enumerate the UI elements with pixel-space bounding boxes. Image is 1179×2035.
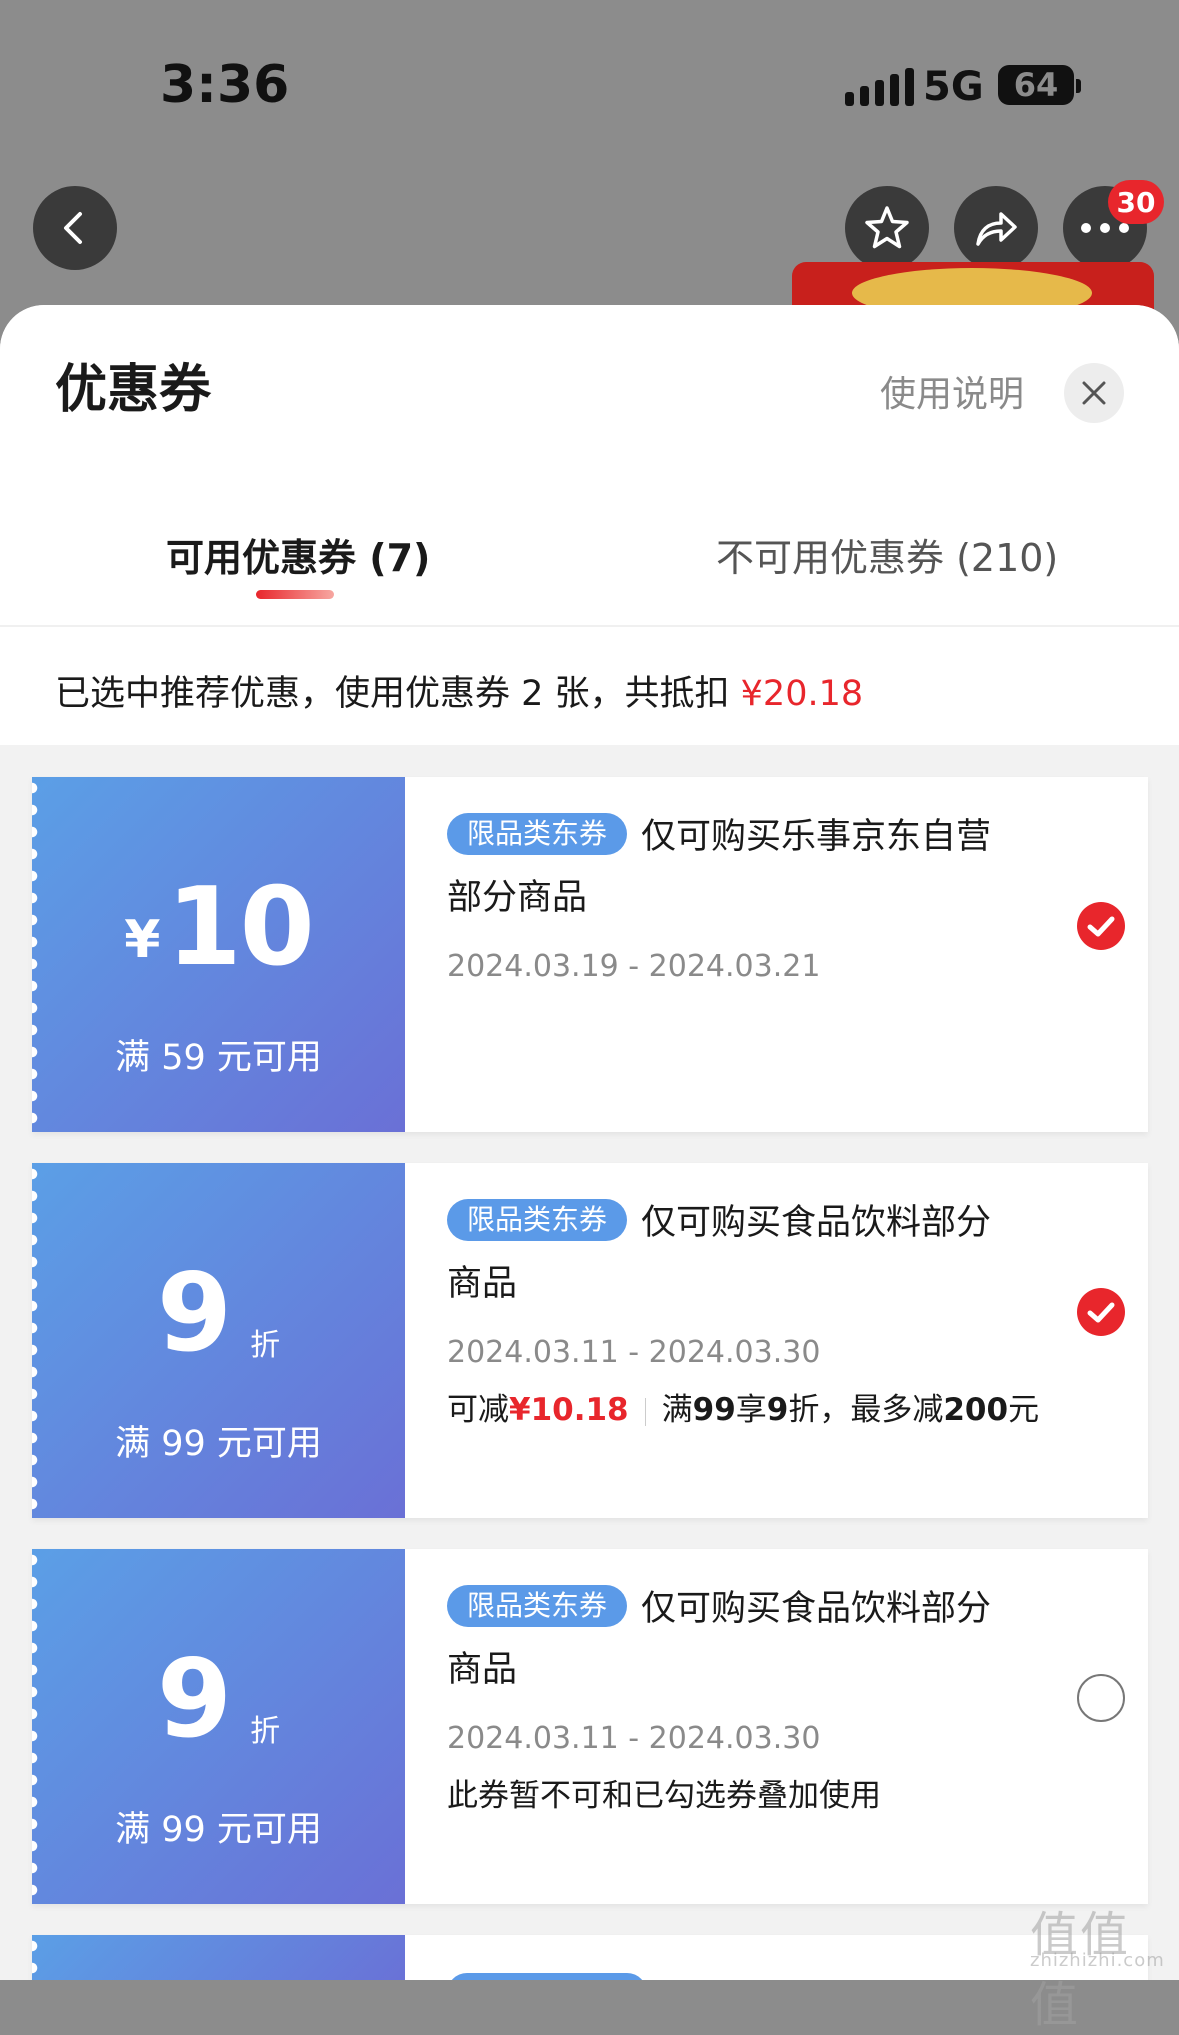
coupon-stub: 9 折 满 99 元可用 (32, 1549, 405, 1904)
coupon-checkbox-checked[interactable] (1077, 1288, 1125, 1336)
coupon-stub: ¥ 10 满 59 元可用 (32, 777, 405, 1132)
coupon-validity: 2024.03.11 - 2024.03.30 (447, 1721, 821, 1756)
coupon-card[interactable]: ¥ 10 满 59 元可用 限品类东券 仅可购买乐事京东自营 部分商品 2024.0… (32, 777, 1148, 1132)
coupon-card[interactable] (32, 1935, 1148, 1980)
savings-amount: ¥10.18 (509, 1392, 629, 1428)
discount-unit: 折 (250, 1714, 281, 1749)
summary-text: 已选中推荐优惠，使用优惠券 2 张，共抵扣 (55, 674, 741, 714)
selection-summary: 已选中推荐优惠，使用优惠券 2 张，共抵扣 ¥20.18 (55, 665, 863, 716)
coupon-condition: 满 59 元可用 (115, 1038, 322, 1078)
coupon-card[interactable]: 9 折 满 99 元可用 限品类东券 仅可购买食品饮料部分 商品 2024.03.1… (32, 1163, 1148, 1518)
coupon-stub (32, 1935, 405, 1980)
coupon-condition: 满 99 元可用 (115, 1810, 322, 1850)
coupon-validity: 2024.03.11 - 2024.03.30 (447, 1335, 821, 1370)
coupon-amount: 10 (166, 865, 314, 990)
chevron-left-icon (64, 212, 82, 244)
battery-level: 64 (1013, 66, 1059, 104)
coupon-value: 9 折 (32, 1238, 405, 1368)
coupon-info: 限品类东券 仅可购买乐事京东自营 部分商品 2024.03.19 - 2024.03… (447, 807, 1047, 984)
message-count-badge: 30 (1108, 180, 1164, 224)
coupon-tag (447, 1973, 647, 1980)
coupon-description: 限品类东券 仅可购买食品饮料部分 商品 (447, 1579, 1047, 1701)
coupon-sheet: 优惠券 使用说明 可用优惠券 (7) 不可用优惠券 (210) 已选中推荐优惠，… (0, 305, 1179, 1980)
status-time: 3:36 (160, 55, 290, 115)
checkmark-icon (1087, 916, 1115, 937)
coupon-checkbox-unchecked[interactable] (1077, 1674, 1125, 1722)
coupon-condition: 满 99 元可用 (115, 1424, 322, 1464)
usage-instructions-link[interactable]: 使用说明 (880, 365, 1024, 417)
more-dots-icon (1081, 223, 1129, 233)
coupon-amount: 9 (156, 1637, 232, 1762)
discount-unit: 折 (250, 1328, 281, 1363)
star-icon (865, 206, 909, 249)
coupon-validity: 2024.03.19 - 2024.03.21 (447, 949, 821, 984)
battery-icon: 64 (998, 65, 1074, 105)
coupon-tag: 限品类东券 (447, 1199, 628, 1241)
coupon-savings: 可减¥10.18 满99享9折，最多减200元 (447, 1392, 1040, 1428)
battery-tip (1076, 79, 1081, 93)
coupon-tag: 限品类东券 (447, 813, 628, 855)
share-icon (976, 212, 1017, 246)
watermark: 值值值 zhizhizhi.com (1030, 1907, 1165, 2033)
close-icon (1082, 381, 1106, 405)
coupon-value: 9 折 (32, 1624, 405, 1754)
sheet-header: 优惠券 使用说明 可用优惠券 (7) 不可用优惠券 (210) 已选中推荐优惠，… (0, 305, 1179, 745)
coupon-tag: 限品类东券 (447, 1585, 628, 1627)
divider (0, 625, 1179, 627)
sheet-title: 优惠券 (55, 360, 212, 420)
coupon-card[interactable]: 9 折 满 99 元可用 限品类东券 仅可购买食品饮料部分 商品 2024.03.1… (32, 1549, 1148, 1904)
coupon-info: 限品类东券 仅可购买食品饮料部分 商品 2024.03.11 - 2024.03.3… (447, 1579, 1047, 1815)
share-button[interactable] (954, 186, 1038, 270)
summary-amount: ¥20.18 (740, 674, 864, 714)
cellular-signal-icon (845, 68, 914, 106)
coupon-info: 限品类东券 仅可购买食品饮料部分 商品 2024.03.11 - 2024.03.3… (447, 1193, 1047, 1429)
coupon-value: ¥ 10 (32, 852, 405, 982)
coupon-checkbox-checked[interactable] (1077, 902, 1125, 950)
status-bar: 3:36 5G 64 (0, 0, 1179, 175)
coupon-note: 此券暂不可和已勾选券叠加使用 (447, 1778, 881, 1814)
coupon-description: 限品类东券 仅可购买食品饮料部分 商品 (447, 1193, 1047, 1315)
close-button[interactable] (1064, 363, 1124, 423)
favorite-button[interactable] (845, 186, 929, 270)
tab-available-coupons[interactable]: 可用优惠券 (7) (166, 527, 430, 582)
checkmark-icon (1087, 1302, 1115, 1323)
active-tab-indicator (256, 590, 334, 599)
currency-symbol: ¥ (124, 910, 161, 970)
back-button[interactable] (33, 186, 117, 270)
network-type: 5G (923, 64, 984, 110)
coupon-amount: 9 (156, 1251, 232, 1376)
coupon-stub: 9 折 满 99 元可用 (32, 1163, 405, 1518)
tab-unavailable-coupons[interactable]: 不可用优惠券 (210) (716, 527, 1058, 582)
coupon-description: 限品类东券 仅可购买乐事京东自营 部分商品 (447, 807, 1047, 929)
